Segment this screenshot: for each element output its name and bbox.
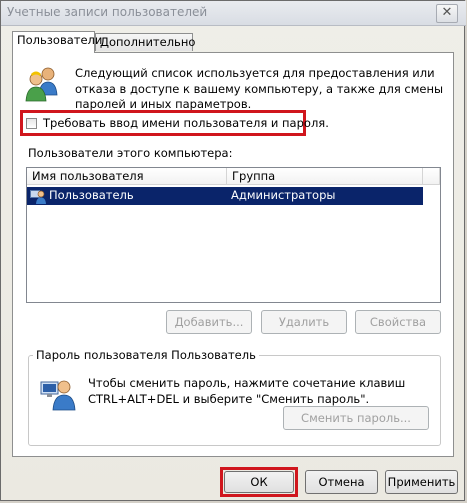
intro-text: Следующий список используется для предос…: [75, 66, 444, 111]
list-header: Имя пользователя Группа: [27, 168, 440, 185]
users-list-label: Пользователи этого компьютера:: [28, 146, 233, 160]
tab-advanced[interactable]: Дополнительно: [95, 33, 195, 51]
user-row-icon: [30, 190, 46, 204]
ok-button[interactable]: ОК: [224, 471, 294, 493]
tab-users[interactable]: Пользователи: [12, 31, 102, 53]
change-password-button[interactable]: Сменить пароль...: [283, 406, 429, 430]
column-header-username[interactable]: Имя пользователя: [27, 168, 227, 185]
password-group-title: Пароль пользователя Пользователь: [33, 348, 259, 362]
remove-user-button[interactable]: Удалить: [261, 310, 347, 334]
user-accounts-window: Учетные записи пользователей ✕ Пользоват…: [0, 0, 466, 501]
password-user-icon: [40, 380, 76, 411]
password-help-text: Чтобы сменить пароль, нажмите сочетание …: [88, 376, 406, 406]
users-icon: [25, 67, 58, 102]
cancel-button[interactable]: Отмена: [305, 470, 378, 494]
users-listview[interactable]: Имя пользователя Группа Пользователь Адм…: [26, 167, 441, 303]
window-title: Учетные записи пользователей: [7, 5, 208, 19]
apply-button[interactable]: Применить: [385, 470, 458, 494]
require-login-checkbox[interactable]: [26, 118, 37, 129]
close-icon: ✕: [441, 5, 453, 20]
row-username: Пользователь: [49, 188, 134, 202]
column-header-filler: [423, 168, 440, 185]
close-button[interactable]: ✕: [436, 4, 458, 23]
require-login-label[interactable]: Требовать ввод имени пользователя и паро…: [43, 116, 329, 130]
add-user-button[interactable]: Добавить...: [166, 310, 252, 334]
row-group: Администраторы: [231, 188, 336, 202]
table-row[interactable]: Пользователь Администраторы: [27, 187, 423, 205]
title-bar[interactable]: Учетные записи пользователей ✕: [1, 1, 466, 26]
column-header-group[interactable]: Группа: [227, 168, 423, 185]
properties-button[interactable]: Свойства: [355, 310, 441, 334]
